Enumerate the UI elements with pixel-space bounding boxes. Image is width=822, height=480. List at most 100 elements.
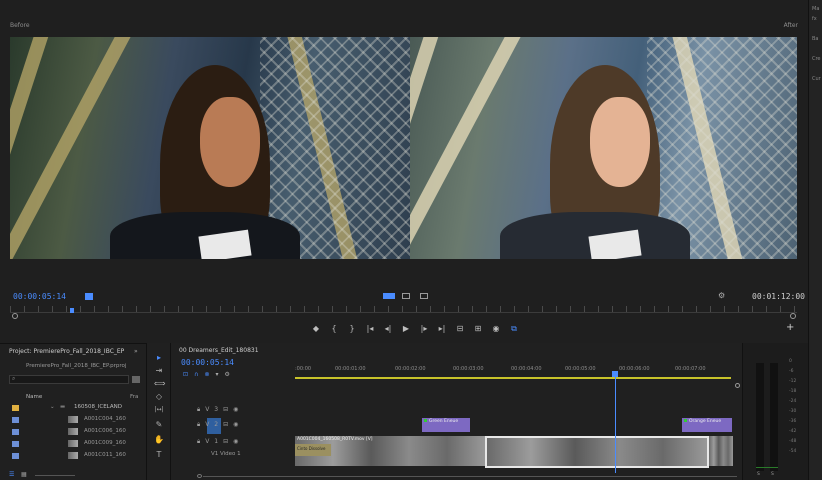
ruler-label: 00:00:04:00	[511, 366, 542, 372]
monitor-controls: 00:00:05:14 ⚙ 00:01:12:00	[0, 288, 808, 343]
list-item[interactable]: A001C009_160	[12, 440, 140, 450]
sync-lock-icon[interactable]: ⊟	[223, 421, 233, 428]
folder-row[interactable]: ⌄ ▬ 160508_ICELAND	[12, 404, 140, 414]
lock-icon[interactable]: 🔒︎	[197, 406, 205, 413]
fit-dropdown[interactable]	[85, 293, 93, 300]
clip-thumbnail	[68, 428, 78, 435]
timeline-panel: 00 Dreamers_Edit_180831 00:00:05:14 ⊡∩⊗▾…	[170, 343, 742, 480]
type-tool-icon[interactable]: T	[154, 450, 164, 459]
timeline-scroll-handle[interactable]	[735, 383, 740, 388]
frame-rate-column-header[interactable]: Fra	[130, 394, 138, 400]
lumetri-panel-edge: Ma fx Ba Cre Cur	[808, 0, 822, 480]
track-v3-header: 🔒︎V3⊟◉	[197, 406, 243, 414]
list-item[interactable]: A001C011_160	[12, 452, 140, 462]
zoom-end-handle[interactable]	[790, 313, 796, 319]
mark-out-button[interactable]: }	[343, 324, 361, 333]
add-button[interactable]: +	[786, 322, 794, 333]
split-view-icon[interactable]	[420, 293, 428, 299]
playhead-handle[interactable]	[612, 371, 619, 377]
work-area-bar[interactable]	[295, 377, 731, 379]
lock-icon[interactable]: 🔒︎	[197, 421, 205, 428]
zoom-start-handle[interactable]	[12, 313, 18, 319]
snap-icon[interactable]: ∩	[194, 371, 204, 378]
selection-tool-icon[interactable]: ▸	[154, 353, 164, 362]
project-panel: Project: PremierePro_Fall_2018_IBC_EP » …	[0, 343, 146, 480]
sequence-tab[interactable]: 00 Dreamers_Edit_180831	[179, 347, 259, 354]
meter-scale-label: -36	[789, 419, 797, 424]
timeline-scrollbar[interactable]	[197, 474, 737, 478]
timeline-settings-icon[interactable]: ⚙	[224, 371, 235, 378]
clip-orange-eneue[interactable]: Orange Eneue	[682, 418, 732, 432]
zoom-slider[interactable]	[35, 475, 75, 476]
clip-v1-c[interactable]	[709, 436, 733, 466]
compare-button[interactable]: ⧉	[505, 324, 523, 334]
list-item[interactable]: A001C006_160	[12, 428, 140, 438]
track-select-tool-icon[interactable]: ⇥	[154, 366, 164, 375]
export-frame-icon[interactable]: ◉	[487, 324, 505, 333]
ruler-label: 00:00:06:00	[619, 366, 650, 372]
lock-icon[interactable]: 🔒︎	[197, 438, 205, 445]
timeline-timecode[interactable]: 00:00:05:14	[181, 358, 234, 367]
mark-in-button[interactable]: {	[325, 324, 343, 333]
step-back-button[interactable]: ◂|	[379, 324, 397, 333]
ruler-label: 00:00:02:00	[395, 366, 426, 372]
panel-overflow-button[interactable]: »	[134, 348, 138, 355]
track-label: V1	[205, 438, 224, 445]
sync-lock-icon[interactable]: ⊟	[223, 406, 233, 413]
folder-chevron-icon[interactable]: ⌄	[50, 404, 55, 410]
list-item[interactable]: A001C004_160	[12, 416, 140, 426]
playhead-timecode[interactable]: 00:00:05:14	[13, 292, 66, 301]
solo-right-button[interactable]: S	[771, 472, 774, 477]
meter-scale-label: -24	[789, 399, 797, 404]
solo-left-button[interactable]: S	[757, 472, 760, 477]
razor-tool-icon[interactable]: ◇	[154, 392, 164, 401]
clip-green-eneue[interactable]: Green Eneue	[422, 418, 470, 432]
label-color-swatch	[12, 441, 19, 447]
clip-name: A001C009_160	[84, 440, 126, 446]
clip-v1-selected[interactable]	[485, 436, 709, 468]
video-preview[interactable]	[10, 37, 797, 259]
new-bin-icon[interactable]	[132, 376, 140, 383]
name-column-header[interactable]: Name	[26, 394, 42, 400]
play-button[interactable]: ▶	[397, 324, 415, 333]
lift-button[interactable]: ⊟	[451, 324, 469, 333]
ripple-edit-tool-icon[interactable]: ⟺	[154, 379, 165, 388]
timeline-playhead[interactable]	[615, 373, 617, 473]
icon-view-icon[interactable]: ▦	[21, 471, 27, 478]
clip-name: A001C006_160	[84, 428, 126, 434]
go-to-out-button[interactable]: ▸|	[433, 324, 451, 333]
ruler-label: 00:00:01:00	[335, 366, 366, 372]
project-tab[interactable]: Project: PremierePro_Fall_2018_IBC_EP	[9, 348, 124, 355]
panel-label-fx[interactable]: fx	[812, 16, 817, 22]
eye-icon[interactable]: ◉	[233, 438, 243, 445]
side-by-side-icon[interactable]	[402, 293, 410, 299]
step-forward-button[interactable]: |▸	[415, 324, 433, 333]
hand-tool-icon[interactable]: ✋	[154, 435, 164, 444]
ruler-label: :00:00	[295, 366, 312, 372]
settings-wrench-icon[interactable]: ⚙	[718, 291, 725, 300]
pen-tool-icon[interactable]: ✎	[154, 420, 164, 429]
after-label: After	[783, 22, 798, 29]
marker-button[interactable]: ◆	[307, 324, 325, 333]
panel-label-basic[interactable]: Ba	[812, 36, 819, 42]
go-to-in-button[interactable]: |◂	[361, 324, 379, 333]
nest-icon[interactable]: ⊡	[183, 371, 194, 378]
project-footer-toolbar: ☰ ▦	[9, 471, 139, 479]
panel-label-creative[interactable]: Cre	[812, 56, 821, 62]
panel-label-curves[interactable]: Cur	[812, 76, 821, 82]
extract-button[interactable]: ⊞	[469, 324, 487, 333]
eye-icon[interactable]: ◉	[233, 421, 243, 428]
slip-tool-icon[interactable]: |↔|	[154, 405, 164, 414]
program-monitor: Before After 00:00:05:14 ⚙ 00:01:12:00 ◆…	[0, 0, 808, 343]
after-frame	[410, 37, 797, 259]
compare-view-icon[interactable]	[383, 293, 395, 299]
sync-lock-icon[interactable]: ⊟	[223, 438, 233, 445]
eye-icon[interactable]: ◉	[233, 406, 243, 413]
search-input[interactable]: ⌕	[9, 375, 129, 384]
ruler-label: 00:00:03:00	[453, 366, 484, 372]
panel-label-master[interactable]: Ma	[812, 6, 819, 12]
monitor-playhead[interactable]	[70, 308, 74, 313]
list-view-icon[interactable]: ☰	[9, 471, 14, 478]
adjustment-clip[interactable]: Cinto Dissolve	[295, 444, 331, 456]
linked-selection-icon[interactable]: ⊗	[204, 371, 215, 378]
